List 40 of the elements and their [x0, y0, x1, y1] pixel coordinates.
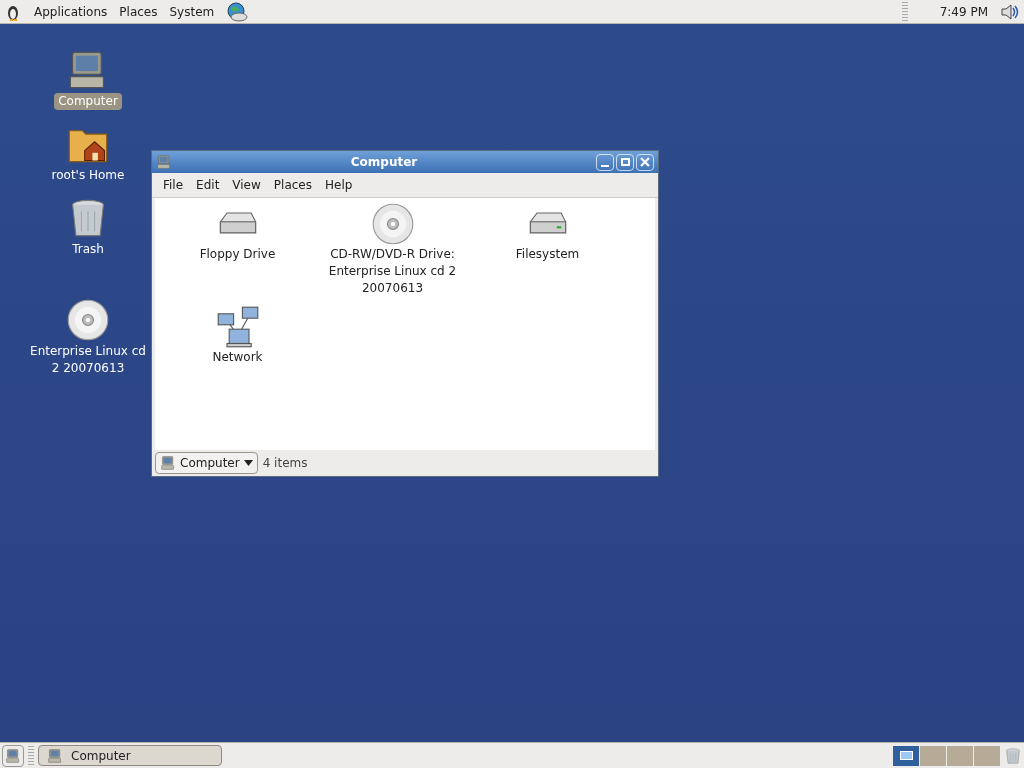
clock[interactable]: 7:49 PM	[939, 2, 988, 21]
desktop-icon-label[interactable]: Trash	[68, 241, 108, 258]
caret-icon	[243, 460, 253, 466]
title-bar[interactable]: Computer	[152, 151, 658, 173]
menu-item[interactable]: Help	[320, 176, 358, 194]
minimize-button[interactable]	[596, 153, 614, 171]
maximize-icon	[620, 158, 630, 166]
menu-item[interactable]: Edit	[191, 176, 225, 194]
panel-menu[interactable]: Applications	[34, 2, 108, 21]
menu-item[interactable]: View	[227, 176, 266, 194]
globe-icon[interactable]	[226, 1, 249, 22]
show-desktop-button[interactable]	[2, 744, 24, 767]
file-icon-label[interactable]: CD-RW/DVD-R Drive: Enterprise Linux cd 2 20070613	[322, 246, 463, 297]
location-button[interactable]: Computer	[155, 452, 258, 474]
disc-icon	[66, 298, 110, 342]
window-title: Computer	[349, 154, 419, 171]
status-text: 4 items	[262, 455, 308, 472]
computer-icon	[47, 747, 63, 764]
panel-menu[interactable]: System	[169, 2, 215, 21]
desktop-icon-label[interactable]: Enterprise Linux cd 2 20070613	[23, 343, 153, 377]
computer-icon	[160, 455, 176, 471]
file-icon-label[interactable]: Network	[212, 349, 263, 366]
panel-menu[interactable]: Places	[119, 2, 158, 21]
disc-icon	[370, 202, 415, 246]
network-icon	[215, 305, 260, 349]
minimize-icon	[601, 164, 609, 167]
trash-icon	[1004, 746, 1022, 765]
close-button[interactable]	[636, 153, 654, 171]
file-icon-label[interactable]: Floppy Drive	[199, 246, 276, 263]
computer-icon	[156, 154, 172, 170]
volume-icon[interactable]	[1000, 2, 1020, 21]
maximize-button[interactable]	[616, 153, 634, 171]
workspace-button[interactable]	[893, 745, 919, 766]
taskbar-button[interactable]: Computer	[38, 745, 222, 766]
close-icon	[640, 157, 650, 167]
desktop-icon-label[interactable]: root's Home	[47, 167, 129, 184]
menu-item[interactable]: Places	[268, 176, 317, 194]
menu-item[interactable]: File	[158, 176, 189, 194]
desktop-icon	[5, 747, 21, 764]
file-icon-label[interactable]: Filesystem	[515, 246, 580, 263]
